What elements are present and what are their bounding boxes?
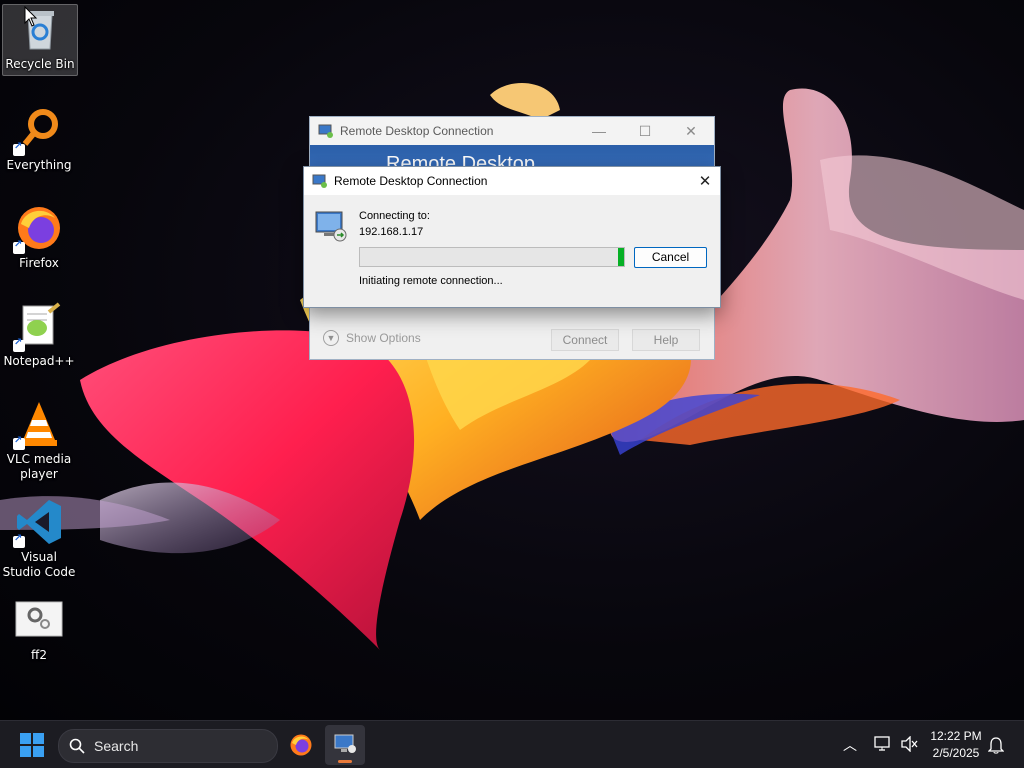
desktop-icon-vlc[interactable]: VLC media player (2, 400, 76, 482)
connect-button[interactable]: Connect (551, 329, 619, 351)
windows-start-icon[interactable] (20, 733, 44, 757)
chevron-up-icon[interactable]: ︿ (843, 735, 857, 755)
show-options-link[interactable]: Show Options (346, 331, 421, 345)
vlc-icon (13, 400, 63, 450)
wallpaper (0, 83, 1024, 650)
notification-bell-icon[interactable] (988, 736, 1004, 754)
desktop-icon-everything[interactable]: Everything (2, 106, 76, 173)
remote-desktop-icon (318, 124, 333, 138)
notepad-plus-plus-icon (13, 302, 63, 352)
remote-desktop-icon (334, 734, 356, 753)
show-options-chevron-icon[interactable]: ▼ (323, 330, 339, 346)
progress-indicator (618, 248, 624, 266)
firefox-icon (13, 204, 63, 254)
close-icon[interactable]: ✕ (668, 123, 714, 140)
taskbar: Search ︿ 12:22 PM 2/5/2025 (0, 720, 1024, 768)
taskbar-remote-desktop-button[interactable] (325, 725, 365, 765)
mouse-cursor-icon (24, 6, 38, 27)
shortcut-arrow-icon (13, 435, 25, 450)
search-icon (69, 738, 85, 754)
connection-status-text: Initiating remote connection... (359, 275, 503, 287)
minimize-icon[interactable]: — (576, 123, 622, 140)
remote-computer-icon (315, 211, 347, 242)
desktop-icon-ff2[interactable]: ff2 (2, 596, 76, 663)
network-icon[interactable] (874, 736, 892, 752)
dialog-titlebar: Remote Desktop Connection ✕ (304, 167, 720, 195)
connection-address: 192.168.1.17 (359, 226, 424, 238)
desktop-icon-notepad-plus-plus[interactable]: Notepad++ (2, 302, 76, 369)
desktop-icon-label: Recycle Bin (5, 57, 75, 71)
close-icon[interactable]: ✕ (690, 172, 720, 190)
active-app-indicator (338, 760, 352, 763)
shortcut-arrow-icon (13, 337, 25, 352)
desktop-icon-label: Visual Studio Code (2, 550, 76, 579)
desktop: Recycle Bin Everything Firefox Notepad++… (0, 0, 1024, 720)
cancel-button[interactable]: Cancel (634, 247, 707, 268)
settings-file-icon (15, 596, 63, 644)
everything-icon (13, 106, 63, 156)
dialog-title: Remote Desktop Connection (334, 174, 488, 188)
back-window-titlebar: Remote Desktop Connection — ☐ ✕ (310, 117, 714, 145)
connection-progress-bar (359, 247, 625, 267)
vscode-icon (13, 498, 63, 548)
rdc-connecting-dialog: Remote Desktop Connection ✕ Connecting t… (303, 166, 721, 308)
shortcut-arrow-icon (13, 533, 25, 548)
desktop-icon-label: Firefox (19, 256, 59, 270)
taskbar-firefox-icon[interactable] (289, 733, 313, 757)
desktop-icon-recycle-bin[interactable]: Recycle Bin (2, 4, 78, 76)
desktop-icon-label: Everything (6, 158, 72, 172)
shortcut-arrow-icon (13, 141, 25, 156)
search-placeholder: Search (94, 738, 139, 754)
desktop-icon-firefox[interactable]: Firefox (2, 204, 76, 271)
desktop-icon-label: ff2 (31, 648, 47, 662)
desktop-icon-vscode[interactable]: Visual Studio Code (2, 498, 76, 580)
taskbar-clock-date[interactable]: 2/5/2025 (928, 746, 984, 760)
taskbar-clock-time[interactable]: 12:22 PM (928, 729, 984, 743)
back-window-title: Remote Desktop Connection (340, 124, 494, 138)
taskbar-search-box[interactable]: Search (58, 729, 278, 763)
desktop-icon-label: Notepad++ (3, 354, 75, 368)
maximize-icon[interactable]: ☐ (622, 123, 668, 140)
remote-desktop-icon (312, 174, 327, 188)
volume-muted-icon[interactable] (900, 736, 918, 752)
connecting-to-label: Connecting to: (359, 210, 430, 222)
shortcut-arrow-icon (13, 239, 25, 254)
back-window-footer: ▼ Show Options Connect Help (310, 319, 714, 359)
desktop-icon-label: VLC media player (6, 452, 72, 481)
help-button[interactable]: Help (632, 329, 700, 351)
